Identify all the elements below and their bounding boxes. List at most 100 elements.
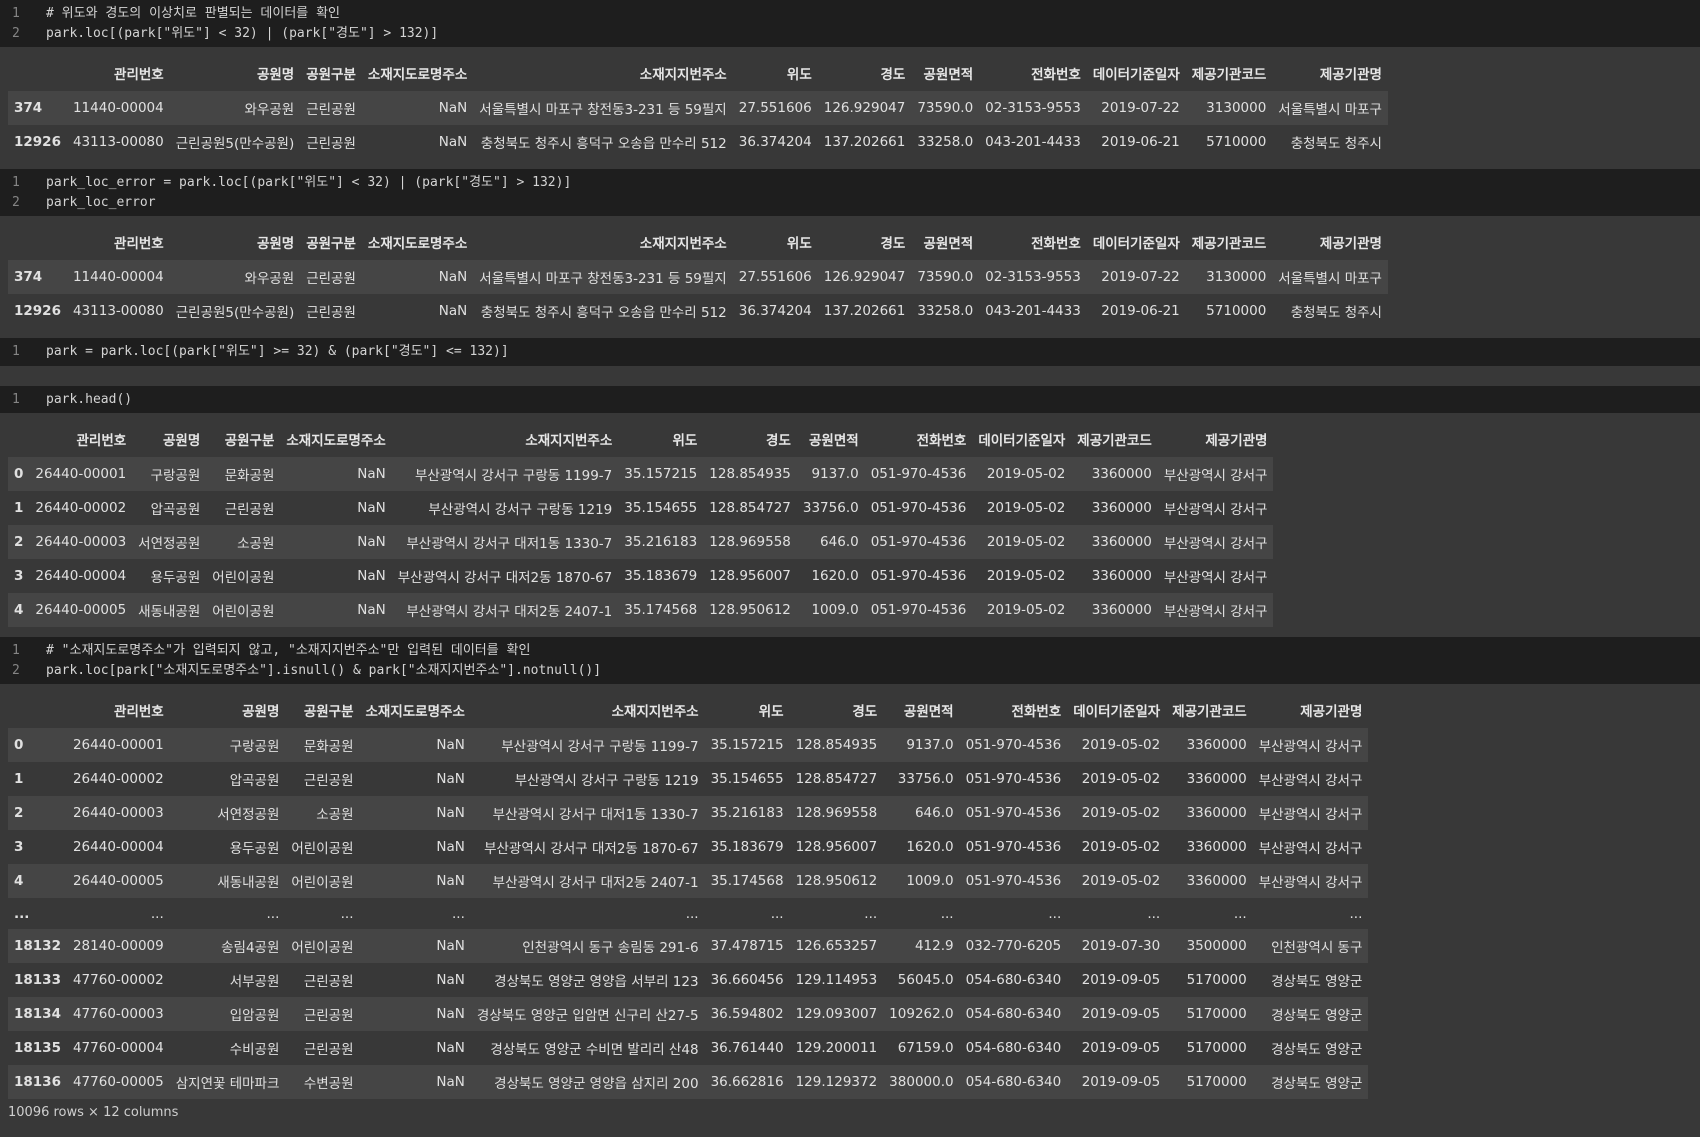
code-line[interactable]: 2 park_loc_error [0,193,1700,213]
column-header: 소재지지번주소 [639,67,727,83]
table-cell: 어린이공원 [291,875,354,891]
column-header: 제공기관코드 [1077,433,1152,449]
column-header: 공원면적 [903,704,954,720]
code-line[interactable]: 1 park = park.loc[(park["위도"] >= 32) & (p… [0,342,1700,362]
table-row: 374 11440-00004 와우공원 근린공원 NaN 서울특별시 마포구 창전동3-… [8,91,1388,125]
table-cell: ... [150,905,164,922]
table-cell: 5170000 [1186,1074,1247,1090]
row-index: 18135 [14,1040,61,1056]
header-row: 관리번호 공원명 공원구분 소재지도로명주소 소재지지번주소 위도 경도 공원면… [8,226,1388,260]
table-cell: 26440-00003 [72,805,164,821]
row-index: 12926 [14,303,61,319]
code-line[interactable]: 1 park.head() [0,390,1700,410]
table-cell: 2019-05-02 [986,500,1066,516]
table-cell: 부산광역시 강서구 [1258,841,1363,857]
table-cell: 어린이공원 [212,604,275,620]
table-cell: 부산광역시 강서구 [1163,570,1268,586]
table-cell: 56045.0 [897,972,954,988]
code-cell-4[interactable]: 1 park.head() [0,385,1700,413]
table-row: 374 11440-00004 와우공원 근린공원 NaN 서울특별시 마포구 창전동3-… [8,260,1388,294]
code-line[interactable]: 1 # "소재지도로명주소"가 입력되지 않고, "소재지지번주소"만 입력된 데… [0,641,1700,661]
column-header: 위도 [786,236,812,252]
table-cell: 26440-00002 [72,771,164,787]
table-cell: 051-970-4536 [870,568,967,584]
table-cell: 서부공원 [229,974,280,990]
table-cell: 27.551606 [738,100,812,116]
table-cell: 051-970-4536 [870,500,967,516]
column-header: 소재지도로명주소 [286,433,386,449]
column-header: 소재지지번주소 [611,704,699,720]
table-cell: ... [685,905,699,922]
table-cell: 부산광역시 강서구 구랑동 1199-7 [414,468,613,484]
table-cell: NaN [436,839,465,855]
table-cell: NaN [438,100,468,116]
table-cell: 부산광역시 강서구 [1258,773,1363,789]
line-number: 1 [12,344,20,359]
table-cell: 3360000 [1186,771,1247,787]
table-cell: 2019-09-05 [1081,1040,1161,1056]
table-cell: 부산광역시 강서구 구랑동 1219 [514,773,699,789]
table-cell: 경상북도 영양군 영양읍 서부리 123 [494,974,699,990]
table-cell: 부산광역시 강서구 구랑동 1219 [428,502,613,518]
table-cell: 1009.0 [906,873,954,889]
table-cell: 051-970-4536 [870,602,967,618]
table-cell: 137.202661 [823,303,906,319]
table-row: 4 26440-00005 새동내공원 어린이공원 NaN 부산광역시 강서구 대저2동 … [8,864,1369,898]
code-cell-2[interactable]: 1 park_loc_error = park.loc[(park["위도"] <… [0,169,1700,216]
code-line[interactable]: 2 park.loc[park["소재지도로명주소"].isnull() & pa… [0,661,1700,681]
table-cell: 02-3153-9553 [985,269,1081,285]
code-line[interactable]: 2 park.loc[(park["위도"] < 32) | (park["경도"… [0,24,1700,44]
code-cell-5[interactable]: 1 # "소재지도로명주소"가 입력되지 않고, "소재지지번주소"만 입력된 데… [0,637,1700,684]
table-cell: 3500000 [1186,938,1247,954]
row-index: 4 [14,873,24,889]
table-cell: 128.854935 [795,737,878,753]
table-cell: 부산광역시 강서구 [1258,807,1363,823]
table-cell: 와우공원 [244,271,295,287]
row-index: 4 [14,602,24,618]
table-cell: 35.183679 [624,568,698,584]
table-cell: 서울특별시 마포구 [1278,102,1382,118]
table-cell: 5170000 [1186,1040,1247,1056]
table-cell: 충청북도 청주시 흥덕구 오송읍 만수리 512 [480,305,727,321]
table-cell: 137.202661 [823,134,906,150]
table-cell: 3360000 [1186,805,1247,821]
table-cell: 2019-05-02 [1081,737,1161,753]
column-header: 경도 [880,236,906,252]
table-cell: 근린공원 [306,271,356,287]
table-cell: 3360000 [1091,500,1152,516]
table-cell: 수비공원 [229,1042,280,1058]
table-cell: NaN [357,500,386,516]
code-cell-3[interactable]: 1 park = park.loc[(park["위도"] >= 32) & (p… [0,338,1700,366]
column-header: 공원구분 [306,236,356,252]
table-cell: 구랑공원 [150,468,201,484]
table-cell: NaN [436,938,465,954]
table-cell: 126.653257 [795,938,878,954]
table-row: 18134 47760-00003 입암공원 근린공원 NaN 경상북도 영양군 입암면 … [8,997,1369,1031]
column-header: 소재지지번주소 [639,236,727,252]
table-cell: 35.183679 [710,839,784,855]
table-cell: 35.154655 [710,771,784,787]
table-cell: 02-3153-9553 [985,100,1081,116]
table-cell: 26440-00004 [35,568,127,584]
column-header: 제공기관명 [1205,433,1268,449]
code-line[interactable]: 1 # 위도와 경도의 이상치로 판별되는 데이터를 확인 [0,4,1700,24]
table-cell: 용두공원 [229,841,280,857]
code-line[interactable]: 1 park_loc_error = park.loc[(park["위도"] <… [0,173,1700,193]
column-header: 공원구분 [224,433,275,449]
table-cell: 어린이공원 [212,570,275,586]
column-header: 데이터기준일자 [1092,67,1180,83]
table-cell: 28140-00009 [72,938,164,954]
table-cell: 35.174568 [710,873,784,889]
column-header: 제공기관명 [1319,236,1382,252]
table-cell: 26440-00001 [72,737,164,753]
table-cell: 051-970-4536 [965,873,1062,889]
table-cell: 송림4공원 [221,940,280,956]
table-cell: 삼지연꽃 테마파크 [175,1076,280,1092]
column-header: 공원명 [242,704,280,720]
row-index: 18133 [14,972,61,988]
table-cell: 근린공원 [303,773,354,789]
table-cell: 3130000 [1206,100,1267,116]
table-cell: 43113-00080 [72,303,164,319]
code-cell-1[interactable]: 1 # 위도와 경도의 이상치로 판별되는 데이터를 확인 2 park.loc[(… [0,0,1700,47]
row-index: 3 [14,568,24,584]
